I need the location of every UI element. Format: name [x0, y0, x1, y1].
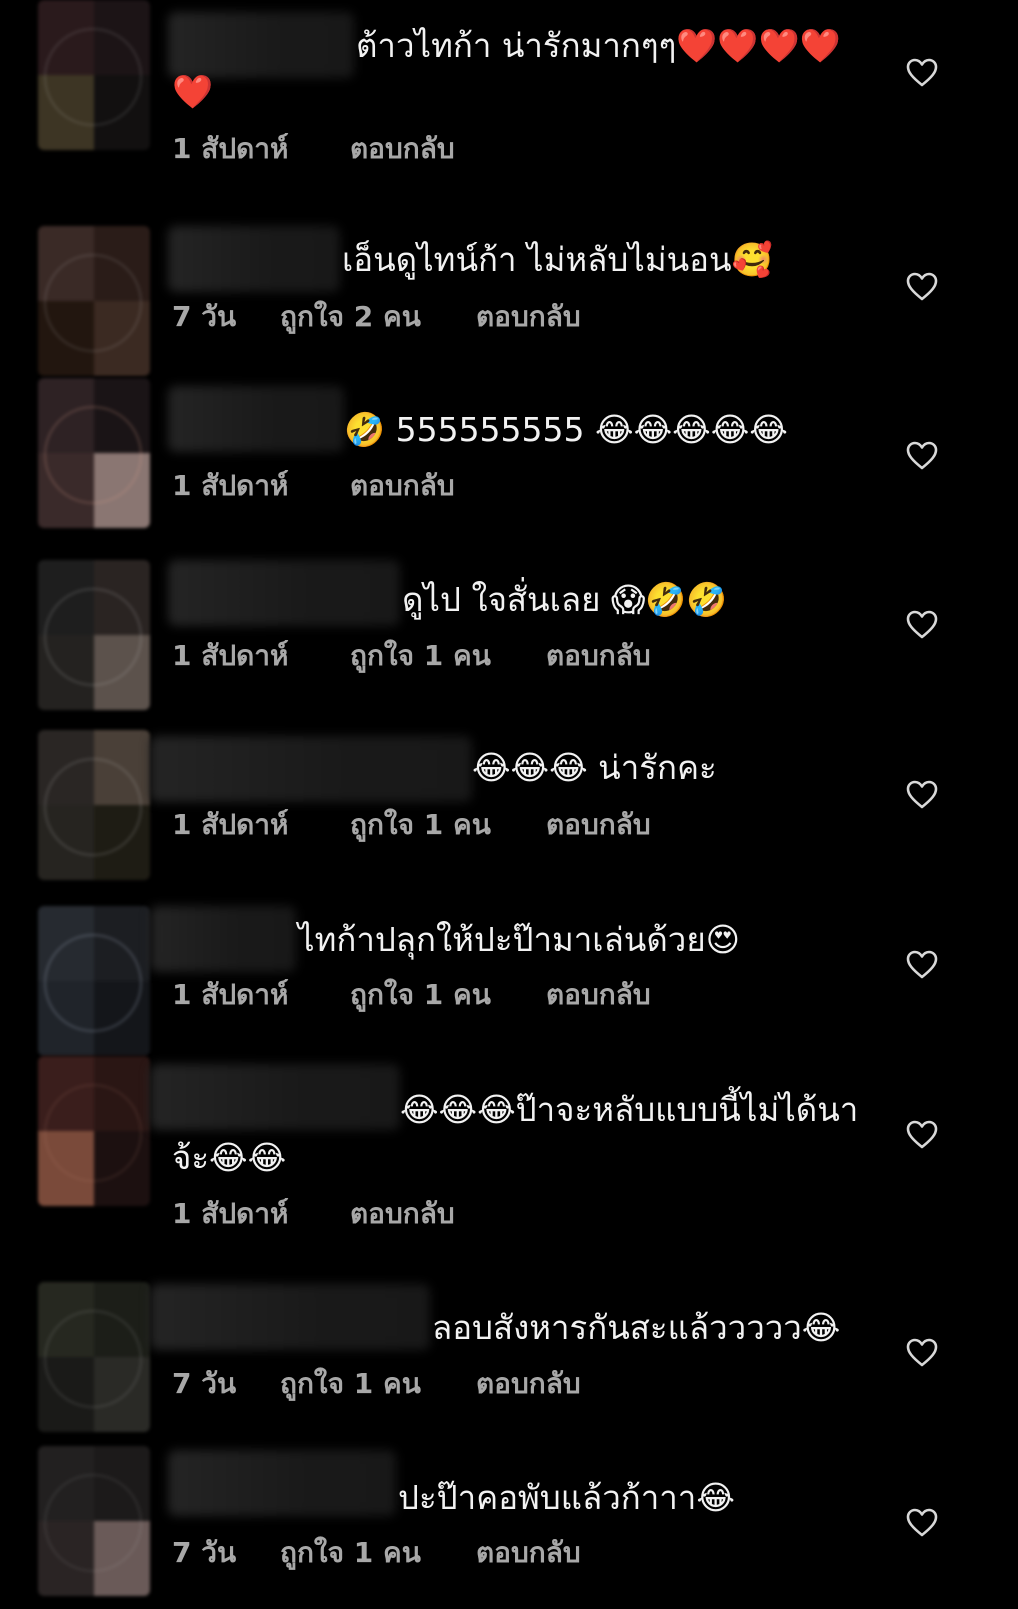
comment-time: 1 สัปดาห์	[172, 978, 289, 1011]
heart-outline-icon	[906, 610, 938, 639]
comment-meta: 1 สัปดาห์ ถูกใจ 1 คน ตอบกลับ	[172, 638, 651, 674]
username-blurred[interactable]	[168, 12, 354, 78]
like-button[interactable]	[906, 272, 938, 302]
comment-time: 7 วัน	[172, 1367, 237, 1400]
like-button[interactable]	[906, 441, 938, 471]
comment-time: 1 สัปดาห์	[172, 639, 289, 672]
comment-time: 1 สัปดาห์	[172, 469, 289, 502]
comment-meta: 1 สัปดาห์ ตอบกลับ	[172, 131, 455, 167]
username-blurred[interactable]	[168, 386, 344, 452]
comment-meta: 7 วัน ถูกใจ 1 คน ตอบกลับ	[172, 1535, 581, 1571]
reply-button[interactable]: ตอบกลับ	[350, 131, 455, 167]
heart-outline-icon	[906, 1508, 938, 1537]
like-button[interactable]	[906, 610, 938, 640]
avatar[interactable]	[38, 226, 150, 376]
likes-count[interactable]: ถูกใจ 1 คน	[350, 977, 546, 1013]
comment-text: 😂😂😂 น่ารักคะ	[472, 748, 717, 787]
reply-button[interactable]: ตอบกลับ	[546, 638, 651, 674]
heart-outline-icon	[906, 1338, 938, 1367]
username-blurred[interactable]	[168, 560, 400, 626]
likes-count[interactable]: ถูกใจ 1 คน	[280, 1366, 476, 1402]
comment-time: 7 วัน	[172, 300, 237, 333]
heart-outline-icon	[906, 272, 938, 301]
reply-button[interactable]: ตอบกลับ	[546, 977, 651, 1013]
heart-outline-icon	[906, 441, 938, 470]
comment-meta: 1 สัปดาห์ ถูกใจ 1 คน ตอบกลับ	[172, 977, 651, 1013]
comment-text: ดูไป ใจสั่นเลย 😱🤣🤣	[402, 580, 728, 619]
comment-time: 1 สัปดาห์	[172, 808, 289, 841]
like-button[interactable]	[906, 1120, 938, 1150]
like-button[interactable]	[906, 950, 938, 980]
reply-button[interactable]: ตอบกลับ	[476, 299, 581, 335]
heart-outline-icon	[906, 780, 938, 809]
likes-count[interactable]: ถูกใจ 2 คน	[280, 299, 476, 335]
like-button[interactable]	[906, 780, 938, 810]
avatar[interactable]	[38, 1446, 150, 1596]
like-button[interactable]	[906, 58, 938, 88]
comment-text-continued: ❤️	[172, 72, 214, 111]
comment-text: ลอบสังหารกันสะแล้ววววว😂	[432, 1308, 841, 1347]
likes-count[interactable]: ถูกใจ 1 คน	[350, 638, 546, 674]
reply-button[interactable]: ตอบกลับ	[476, 1535, 581, 1571]
comment-time: 1 สัปดาห์	[172, 1197, 289, 1230]
comment-meta: 7 วัน ถูกใจ 1 คน ตอบกลับ	[172, 1366, 581, 1402]
comment-meta: 1 สัปดาห์ ตอบกลับ	[172, 468, 455, 504]
comment-text: ไทก้าปลุกให้ปะป๊ามาเล่นด้วย😍	[298, 920, 741, 959]
likes-count[interactable]: ถูกใจ 1 คน	[350, 807, 546, 843]
reply-button[interactable]: ตอบกลับ	[476, 1366, 581, 1402]
comment-text: เอ็นดูไทน์ก้า ไม่หลับไม่นอน🥰	[342, 240, 773, 279]
comment-text: 🤣 555555555 😂😂😂😂😂	[344, 410, 788, 449]
comment-meta: 1 สัปดาห์ ถูกใจ 1 คน ตอบกลับ	[172, 807, 651, 843]
avatar[interactable]	[38, 1282, 150, 1432]
avatar[interactable]	[38, 730, 150, 880]
username-blurred[interactable]	[168, 1450, 396, 1516]
comment-meta: 1 สัปดาห์ ตอบกลับ	[172, 1196, 455, 1232]
comment-text-continued: จ้ะ😂😂	[172, 1138, 287, 1177]
heart-outline-icon	[906, 58, 938, 87]
comment-text: 😂😂😂ป๊าจะหลับแบบนี้ไม่ได้นา	[400, 1090, 859, 1129]
username-blurred[interactable]	[150, 1284, 430, 1350]
avatar[interactable]	[38, 378, 150, 528]
comment-time: 1 สัปดาห์	[172, 132, 289, 165]
reply-button[interactable]: ตอบกลับ	[546, 807, 651, 843]
comment-text: ต้าวไทก้า น่ารักมากๆๆ❤️❤️❤️❤️	[356, 26, 841, 65]
avatar[interactable]	[38, 906, 150, 1056]
username-blurred[interactable]	[168, 226, 340, 292]
comment-meta: 7 วัน ถูกใจ 2 คน ตอบกลับ	[172, 299, 581, 335]
avatar[interactable]	[38, 1056, 150, 1206]
username-blurred[interactable]	[150, 1064, 400, 1130]
likes-count[interactable]: ถูกใจ 1 คน	[280, 1535, 476, 1571]
avatar[interactable]	[38, 0, 150, 150]
reply-button[interactable]: ตอบกลับ	[350, 468, 455, 504]
avatar[interactable]	[38, 560, 150, 710]
comment-text: ปะป๊าคอพับแล้วก้าาา😂	[398, 1478, 735, 1517]
like-button[interactable]	[906, 1508, 938, 1538]
heart-outline-icon	[906, 950, 938, 979]
username-blurred[interactable]	[150, 906, 296, 972]
comment-time: 7 วัน	[172, 1536, 237, 1569]
reply-button[interactable]: ตอบกลับ	[350, 1196, 455, 1232]
like-button[interactable]	[906, 1338, 938, 1368]
heart-outline-icon	[906, 1120, 938, 1149]
username-blurred[interactable]	[150, 736, 472, 802]
